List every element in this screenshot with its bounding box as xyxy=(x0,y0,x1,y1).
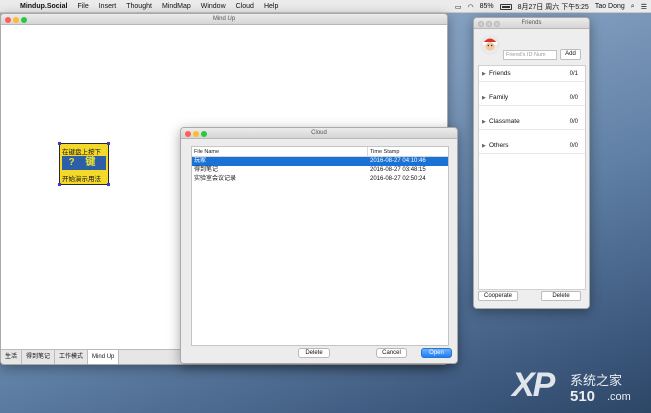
minimize-icon[interactable] xyxy=(13,17,19,23)
close-icon[interactable] xyxy=(5,17,11,23)
file-time: 2016-08-27 02:50:24 xyxy=(370,176,426,182)
chevron-right-icon: ▶ xyxy=(482,143,486,149)
menu-insert[interactable]: Insert xyxy=(94,3,122,10)
column-time-stamp[interactable]: Time Stamp xyxy=(368,147,448,156)
avatar[interactable] xyxy=(479,34,501,56)
group-friends[interactable]: ▶ Friends 0/1 xyxy=(479,66,585,82)
menu-file[interactable]: File xyxy=(72,3,93,10)
group-label: Friends xyxy=(489,70,511,77)
tab-work-mode[interactable]: 工作模式 xyxy=(55,350,89,364)
friend-groups: ▶ Friends 0/1 ▶ Family 0/0 ▶ Classmate 0… xyxy=(478,65,586,290)
node-line-2: 开始演示用法 xyxy=(62,176,101,183)
zoom-icon[interactable] xyxy=(494,21,500,27)
group-label: Family xyxy=(489,94,509,101)
node-handle-icon[interactable] xyxy=(58,142,61,145)
zoom-icon[interactable] xyxy=(201,131,207,137)
file-name: 实验室会议记录 xyxy=(194,176,237,182)
group-classmate[interactable]: ▶ Classmate 0/0 xyxy=(479,114,585,130)
battery-icon[interactable] xyxy=(499,3,512,10)
file-name: 玩家 xyxy=(194,158,207,164)
add-friend-button[interactable]: Add xyxy=(560,49,581,60)
clock[interactable]: 8月27日 周六 下午5:25 xyxy=(518,2,589,12)
cloud-titlebar[interactable]: Cloud xyxy=(181,128,457,139)
watermark-logo: XP 系统之家 510 .com xyxy=(512,366,647,410)
menu-bar: Mindup.Social File Insert Thought MindMa… xyxy=(0,0,651,13)
minimize-icon[interactable] xyxy=(193,131,199,137)
table-row[interactable]: 得到笔记 2016-08-27 03:48:15 xyxy=(192,166,448,175)
chevron-right-icon: ▶ xyxy=(482,95,486,101)
node-key-label: ? 键 xyxy=(62,156,106,170)
mindup-title: Mind Up xyxy=(212,16,236,22)
cloud-dialog: Cloud File Name Time Stamp 玩家 2016-08-27… xyxy=(180,127,458,364)
wifi-icon[interactable]: ◠ xyxy=(468,3,474,11)
watermark-cn: 系统之家 xyxy=(570,373,623,388)
friends-body: Friend's ID Num Add ▶ Friends 0/1 ▶ Fami… xyxy=(474,29,589,308)
mindmap-node[interactable]: 在键盘上按下 ? 键 开始演示用法 xyxy=(58,142,110,186)
table-header: File Name Time Stamp xyxy=(192,147,448,157)
chevron-right-icon: ▶ xyxy=(482,71,486,77)
delete-friend-button[interactable]: Delete xyxy=(541,291,581,301)
file-time: 2016-08-27 04:10:46 xyxy=(370,158,426,164)
cloud-title: Cloud xyxy=(311,130,327,136)
file-time: 2016-08-27 03:48:15 xyxy=(370,167,426,173)
delete-file-button[interactable]: Delete xyxy=(298,348,330,358)
table-row[interactable]: 实验室会议记录 2016-08-27 02:50:24 xyxy=(192,175,448,184)
node-handle-icon[interactable] xyxy=(58,183,61,186)
airplay-icon[interactable]: ▭ xyxy=(455,3,462,11)
open-button[interactable]: Open xyxy=(421,348,452,358)
chevron-right-icon: ▶ xyxy=(482,119,486,125)
menu-thought[interactable]: Thought xyxy=(121,3,157,10)
cloud-body: File Name Time Stamp 玩家 2016-08-27 04:10… xyxy=(181,139,457,363)
mindup-titlebar[interactable]: Mind Up xyxy=(1,14,447,25)
minimize-icon[interactable] xyxy=(486,21,492,27)
close-icon[interactable] xyxy=(185,131,191,137)
watermark-xp: XP xyxy=(512,366,555,404)
cloud-file-table: File Name Time Stamp 玩家 2016-08-27 04:10… xyxy=(191,146,449,346)
table-row[interactable]: 玩家 2016-08-27 04:10:46 xyxy=(192,157,448,166)
group-count: 0/0 xyxy=(569,95,578,101)
tab-mind-up[interactable]: Mind Up xyxy=(88,350,120,364)
friends-title: Friends xyxy=(521,20,542,26)
close-icon[interactable] xyxy=(478,21,484,27)
column-file-name[interactable]: File Name xyxy=(192,147,368,156)
search-icon[interactable]: ⌕ xyxy=(631,3,635,11)
node-handle-icon[interactable] xyxy=(107,142,110,145)
group-family[interactable]: ▶ Family 0/0 xyxy=(479,90,585,106)
cooperate-button[interactable]: Cooperate xyxy=(478,291,518,301)
watermark-domain: .com xyxy=(607,391,631,403)
watermark-num: 510 xyxy=(570,388,596,405)
friends-titlebar[interactable]: Friends xyxy=(474,18,589,29)
friend-id-input[interactable]: Friend's ID Num xyxy=(503,50,557,60)
menu-cloud[interactable]: Cloud xyxy=(231,3,259,10)
group-count: 0/1 xyxy=(569,71,578,77)
menu-window[interactable]: Window xyxy=(196,3,231,10)
tab-life[interactable]: 生活 xyxy=(1,350,23,364)
tab-notes[interactable]: 得到笔记 xyxy=(22,350,56,364)
node-line-1: 在键盘上按下 xyxy=(62,149,101,156)
group-others[interactable]: ▶ Others 0/0 xyxy=(479,138,585,154)
menu-help[interactable]: Help xyxy=(259,3,283,10)
menu-mindmap[interactable]: MindMap xyxy=(157,3,196,10)
group-count: 0/0 xyxy=(569,143,578,149)
menu-extras: ▭ ◠ 85% 8月27日 周六 下午5:25 Tao Dong ⌕ ☰ xyxy=(455,0,647,13)
file-name: 得到笔记 xyxy=(194,167,219,173)
zoom-icon[interactable] xyxy=(21,17,27,23)
node-handle-icon[interactable] xyxy=(107,183,110,186)
menu-app-name[interactable]: Mindup.Social xyxy=(16,3,72,10)
friends-window: Friends Friend's ID Num Add ▶ Friends 0/… xyxy=(473,17,590,309)
group-label: Classmate xyxy=(489,118,520,125)
user-name[interactable]: Tao Dong xyxy=(595,3,625,10)
group-count: 0/0 xyxy=(569,119,578,125)
battery-percent[interactable]: 85% xyxy=(480,3,494,10)
group-label: Others xyxy=(489,142,509,149)
list-icon[interactable]: ☰ xyxy=(641,3,647,11)
cancel-button[interactable]: Cancel xyxy=(376,348,407,358)
